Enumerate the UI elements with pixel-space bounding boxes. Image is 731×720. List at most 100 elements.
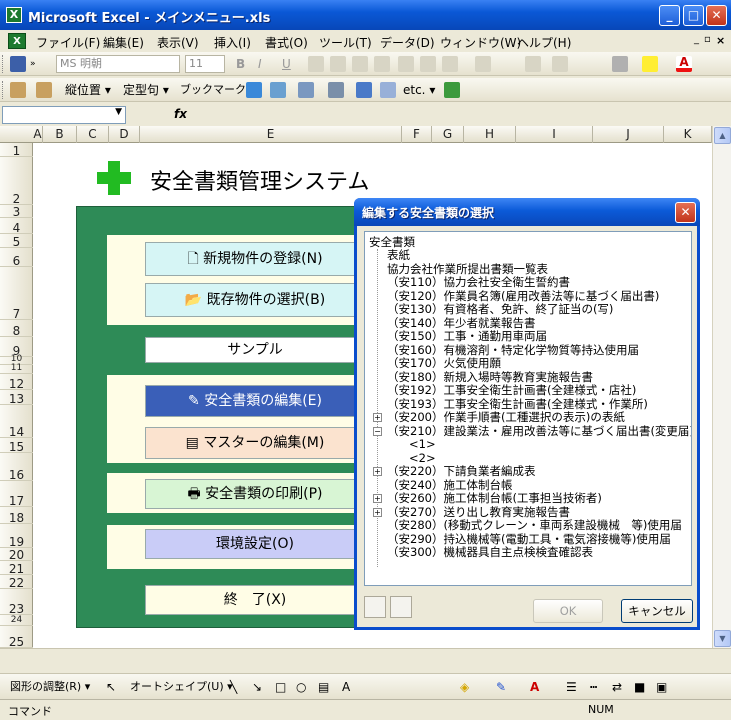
row-header[interactable]: 14 (0, 405, 33, 439)
horizontal-scrollbar[interactable] (0, 648, 731, 665)
tree-item[interactable]: （安192）工事安全衛生計画書(全建様式・店社) (387, 384, 636, 397)
edit-master-button[interactable]: ▤ マスターの編集(M) (145, 427, 365, 459)
expand-icon[interactable]: + (373, 467, 382, 476)
tree-item[interactable]: （安130）有資格者、免許、終了証当の(写) (387, 303, 613, 316)
doc-close-icon[interactable]: × (716, 34, 725, 47)
arrow-style-icon[interactable]: ⇄ (612, 678, 622, 696)
find-icon[interactable] (298, 82, 314, 98)
form-icon[interactable] (356, 82, 372, 98)
vertical-scrollbar[interactable]: ▲ ▼ (712, 126, 731, 648)
row-header[interactable]: 15 (0, 438, 33, 454)
tree-item[interactable]: （安180）新規入場時等教育実施報告書 (387, 370, 593, 384)
format-icon[interactable] (270, 82, 286, 98)
bold-icon[interactable]: B (236, 55, 245, 73)
row-header[interactable]: 17 (0, 481, 33, 508)
tree-subitem[interactable]: <1> (409, 438, 436, 451)
tree-item[interactable]: （安193）工事安全衛生計画書(全建様式・作業所) (387, 397, 648, 411)
column-header[interactable]: A (33, 126, 43, 143)
column-header[interactable]: C (77, 126, 109, 143)
menu-file[interactable]: ファイル(F) (36, 34, 100, 51)
column-header[interactable]: G (432, 126, 464, 143)
fill-color-draw-icon[interactable]: ◈ (460, 678, 469, 696)
shadow-icon[interactable]: ■ (634, 678, 645, 696)
tree-item[interactable]: 協力会社作業所提出書類一覧表 (387, 262, 548, 276)
column-header[interactable]: K (664, 126, 712, 143)
row-header[interactable]: 20 (0, 548, 33, 562)
italic-icon[interactable]: I (258, 55, 262, 73)
menu-insert[interactable]: 挿入(I) (214, 34, 251, 51)
bookmark-button[interactable]: ブックマーク ▾ (180, 81, 255, 99)
merge-icon[interactable] (374, 56, 390, 72)
align-center-icon[interactable] (330, 56, 346, 72)
tree-item[interactable]: 表紙 (387, 249, 410, 262)
books-icon[interactable] (444, 82, 460, 98)
tree-item[interactable]: （安290）持込機械等(電動工具・電気溶接機等)使用届 (387, 532, 671, 546)
print-preview-icon[interactable] (246, 82, 262, 98)
row-header[interactable]: 2 (0, 157, 33, 206)
menu-edit[interactable]: 編集(E) (103, 34, 144, 51)
font-combo[interactable]: MS 明朝 (56, 55, 180, 73)
exit-button[interactable]: 終 了(X) (145, 585, 365, 615)
column-header[interactable]: B (43, 126, 77, 143)
menu-tools[interactable]: ツール(T) (319, 34, 372, 51)
toolbar-options-icon[interactable]: » (30, 55, 36, 73)
menu-format[interactable]: 書式(O) (265, 34, 308, 51)
row-header[interactable]: 7 (0, 267, 33, 321)
tree-item[interactable]: （安300）機械器具自主点検検査確認表 (387, 546, 593, 559)
document-tree[interactable]: 安全書類 表紙 協力会社作業所提出書類一覧表 （安110）協力会社安全衛生誓約書 （安1… (364, 231, 692, 586)
row-header[interactable]: 3 (0, 205, 33, 219)
oval-icon[interactable]: ○ (296, 678, 306, 696)
autoshape-button[interactable]: オートシェイプ(U) ▾ (130, 678, 233, 696)
tree-item[interactable]: （安200）作業手順書(工種選択の表示)の表紙 (387, 411, 625, 424)
column-header[interactable]: I (516, 126, 593, 143)
font-color-icon[interactable]: A (676, 56, 692, 72)
print-documents-button[interactable]: 🖶 安全書類の印刷(P) (145, 479, 365, 509)
row-header[interactable]: 24 (0, 615, 33, 626)
menu-data[interactable]: データ(D) (380, 34, 435, 51)
row-header[interactable]: 11 (0, 364, 33, 374)
comma-icon[interactable] (442, 56, 458, 72)
arrow-icon[interactable]: ↘ (252, 678, 262, 696)
edit-documents-button[interactable]: ✎ 安全書類の編集(E) (145, 385, 365, 417)
dash-style-icon[interactable]: ┅ (590, 678, 597, 696)
row-header[interactable]: 1 (0, 143, 33, 158)
fill-color-icon[interactable] (642, 56, 658, 72)
draw-menu-button[interactable]: 図形の調整(R) ▾ (10, 678, 90, 696)
borders-icon[interactable] (612, 56, 628, 72)
row-header[interactable]: 5 (0, 234, 33, 249)
font-size-combo[interactable]: 11 (185, 55, 225, 73)
row-header[interactable]: 21 (0, 561, 33, 576)
expand-icon[interactable]: + (373, 507, 382, 517)
line-style-icon[interactable]: ☰ (566, 678, 577, 696)
line-color-icon[interactable]: ✎ (496, 678, 506, 696)
decimal-icon[interactable] (475, 56, 491, 72)
row-header[interactable]: 12 (0, 374, 33, 391)
comment-icon[interactable] (328, 82, 344, 98)
sample-button[interactable]: サンプル (145, 337, 365, 363)
cancel-button[interactable]: キャンセル (621, 599, 693, 623)
tree-item[interactable]: （安280）(移動式クレーン・車両系建設機械 等)使用届 (387, 519, 682, 532)
row-header[interactable]: 23 (0, 589, 33, 616)
expand-icon[interactable]: + (373, 494, 382, 503)
open-document-icon[interactable] (364, 596, 386, 618)
wordart-icon[interactable]: A (342, 678, 350, 696)
scroll-up-icon[interactable]: ▲ (714, 127, 731, 144)
column-header[interactable]: E (140, 126, 402, 143)
row-header[interactable]: 19 (0, 524, 33, 549)
tree-item[interactable]: （安160）有機溶剤・特定化学物質等持込使用届 (387, 343, 639, 357)
existing-project-button[interactable]: 📂 既存物件の選択(B) (145, 283, 365, 317)
outdent-icon[interactable] (552, 56, 568, 72)
column-header[interactable]: H (464, 126, 516, 143)
row-header[interactable]: 16 (0, 453, 33, 482)
paste-icon[interactable] (10, 82, 26, 98)
expand-icon[interactable]: + (373, 413, 382, 422)
doc-minimize-icon[interactable]: _ (694, 34, 699, 45)
fx-icon[interactable]: fx (174, 107, 187, 121)
menu-view[interactable]: 表示(V) (157, 34, 199, 51)
column-header[interactable]: J (593, 126, 664, 143)
ok-button[interactable]: OK (533, 599, 603, 623)
row-header[interactable]: 4 (0, 218, 33, 235)
tree-item[interactable]: （安120）作業員名簿(雇用改善法等に基づく届出書) (387, 289, 659, 303)
tree-item[interactable]: （安170）火気使用願 (387, 357, 501, 370)
menu-window[interactable]: ウィンドウ(W) (440, 34, 521, 51)
